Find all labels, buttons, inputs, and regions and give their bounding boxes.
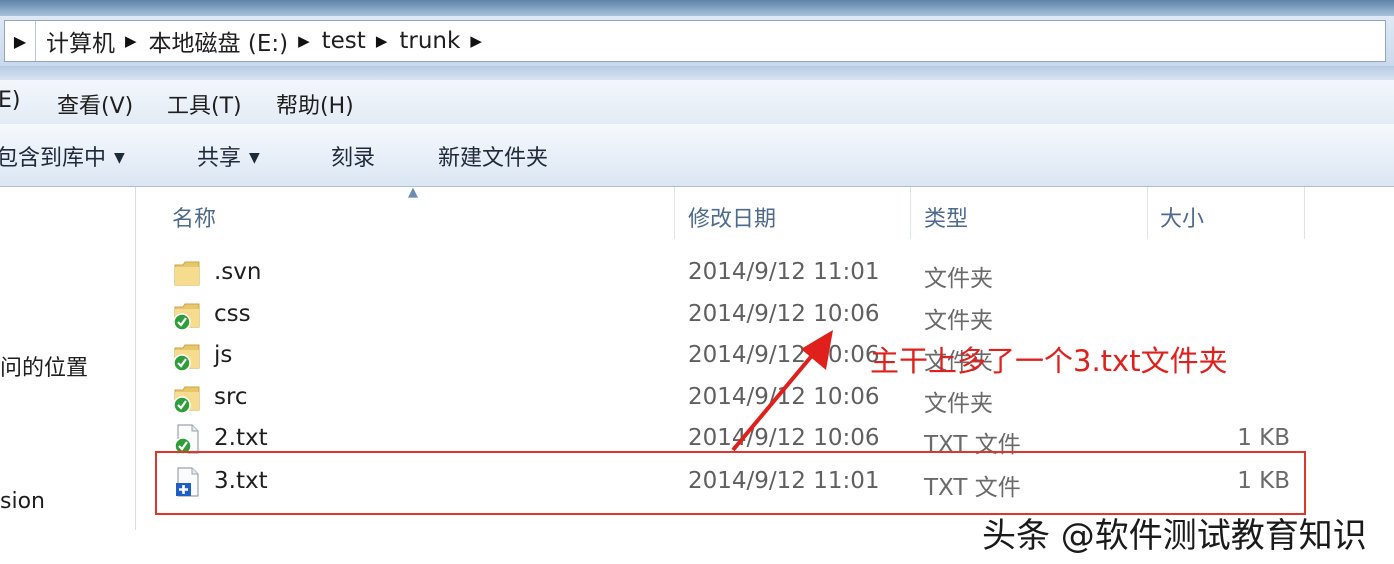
breadcrumb-test[interactable]: test [312,28,374,54]
share-label: 共享 [197,146,242,171]
file-name: js [214,342,233,368]
nav-dropdown-arrow-icon[interactable]: ▶ [5,21,36,61]
breadcrumb-separator-icon[interactable]: ▶ [374,32,390,50]
file-row[interactable]: .svn 2014/9/12 11:01 文件夹 [136,253,1394,294]
column-divider[interactable] [1147,187,1148,239]
new-folder-button[interactable]: 新建文件夹 [438,140,548,172]
svn-folder-icon [173,344,200,372]
file-name: src [214,384,248,410]
breadcrumb-separator-icon[interactable]: ▶ [123,32,139,50]
file-type: 文件夹 [924,391,993,417]
address-box[interactable]: ▶ 计算机 ▶ 本地磁盘 (E:) ▶ test ▶ trunk ▶ [4,20,1386,62]
navigation-pane: 问的位置 sion [0,187,136,530]
menu-tools[interactable]: 工具(T) [167,88,242,120]
file-row[interactable]: css 2014/9/12 10:06 文件夹 [136,295,1394,336]
file-name: css [214,301,251,327]
highlight-box [155,451,1306,515]
file-size: 1 KB [1237,425,1290,451]
watermark: 头条 @软件测试教育知识 [982,516,1367,556]
nav-version-item[interactable]: sion [0,489,45,514]
folder-icon [174,261,200,286]
breadcrumb-computer[interactable]: 计算机 [36,24,123,58]
file-row[interactable]: src 2014/9/12 10:06 文件夹 [136,378,1394,419]
include-in-library-button[interactable]: 包含到库中 ▼ [0,140,125,172]
column-divider[interactable] [1304,187,1305,239]
address-bar-divider [0,66,1394,80]
column-divider[interactable] [910,187,911,239]
column-header-modified[interactable]: 修改日期 [688,201,776,233]
burn-button[interactable]: 刻录 [331,140,375,172]
breadcrumb-local-disk[interactable]: 本地磁盘 (E:) [139,24,297,58]
file-modified: 2014/9/12 10:06 [688,384,880,410]
dropdown-caret-icon: ▼ [249,150,260,166]
breadcrumb-separator-icon[interactable]: ▶ [296,32,312,50]
menu-bar: E) 查看(V) 工具(T) 帮助(H) [0,80,1394,125]
dropdown-caret-icon: ▼ [114,150,125,166]
address-bar: ▶ 计算机 ▶ 本地磁盘 (E:) ▶ test ▶ trunk ▶ [0,16,1394,66]
file-name: 2.txt [214,425,268,451]
breadcrumb-trunk[interactable]: trunk [389,28,468,54]
breadcrumb-separator-icon[interactable]: ▶ [468,32,484,50]
annotation-text: 主干上多了一个3.txt文件夹 [870,344,1228,378]
file-modified: 2014/9/12 11:01 [688,259,880,285]
file-modified: 2014/9/12 10:06 [688,425,880,451]
column-divider[interactable] [674,187,675,239]
menu-view[interactable]: 查看(V) [57,88,133,120]
svn-folder-icon [173,303,200,331]
file-type: 文件夹 [924,308,993,334]
command-toolbar: 包含到库中 ▼ 共享 ▼ 刻录 新建文件夹 [0,124,1394,187]
share-button[interactable]: 共享 ▼ [197,140,260,172]
column-header-type[interactable]: 类型 [924,201,968,233]
menu-edit[interactable]: E) [0,88,20,113]
file-modified: 2014/9/12 10:06 [688,301,880,327]
file-modified: 2014/9/12 10:06 [688,342,880,368]
nav-recent-places[interactable]: 问的位置 [0,350,88,382]
column-header-name[interactable]: 名称 [172,201,216,233]
file-name: .svn [214,259,262,285]
file-type: 文件夹 [924,266,993,292]
column-header-size[interactable]: 大小 [1160,201,1204,233]
include-in-library-label: 包含到库中 [0,146,107,171]
svn-folder-icon [173,386,200,414]
menu-help[interactable]: 帮助(H) [276,88,354,120]
sort-ascending-icon: ▲ [408,185,418,200]
window-title-strip [0,0,1394,16]
